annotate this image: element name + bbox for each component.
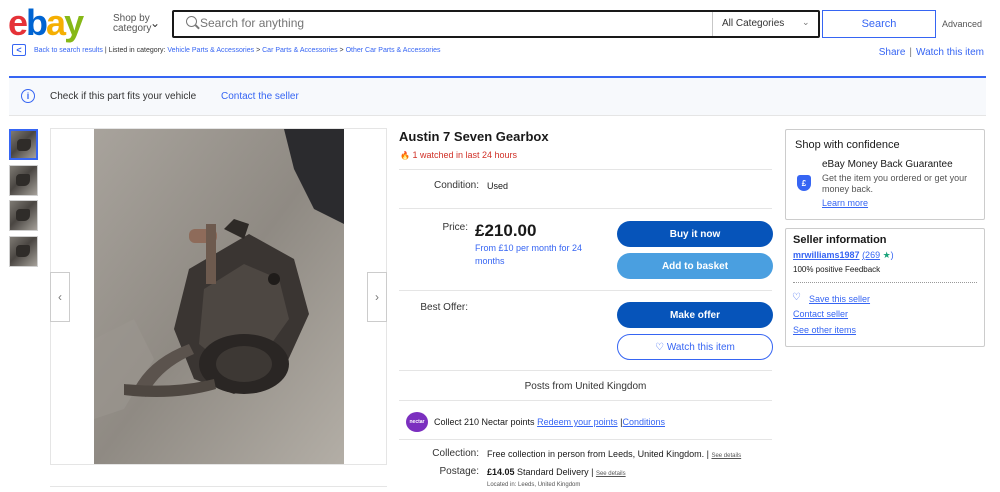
search-icon	[186, 16, 197, 27]
breadcrumb-other-car-parts[interactable]: Other Car Parts & Accessories	[346, 47, 441, 54]
chevron-right-icon: ›	[375, 290, 379, 304]
breadcrumb-car-parts[interactable]: Car Parts & Accessories	[262, 47, 337, 54]
logo-letter-b: b	[26, 2, 48, 43]
advanced-search-link[interactable]: Advanced	[942, 19, 982, 29]
collection-text: Free collection in person from Leeds, Un…	[487, 449, 709, 459]
redeem-points-link[interactable]: Redeem your points	[537, 417, 618, 427]
share-watch-row: Share | Watch this item	[879, 47, 984, 58]
fire-icon: 🔥	[400, 151, 410, 160]
product-image[interactable]	[94, 129, 344, 464]
breadcrumb-separator: >	[339, 47, 344, 54]
postage-value: £14.05 Standard Delivery | See details	[487, 467, 626, 477]
shop-by-category-button[interactable]: Shop by category	[113, 14, 151, 34]
thumbnail-image	[10, 166, 37, 195]
contact-seller-link[interactable]: Contact seller	[793, 309, 848, 319]
collection-value: Free collection in person from Leeds, Un…	[487, 449, 741, 459]
thumbnail-image	[10, 201, 37, 230]
search-divider	[712, 12, 713, 36]
star-icon: ★	[882, 250, 891, 260]
logo-letter-e: e	[8, 2, 28, 43]
gearbox-photo	[94, 129, 344, 464]
positive-feedback: 100% positive Feedback	[793, 265, 881, 274]
thumbnail-3[interactable]	[9, 200, 38, 231]
guarantee-title: eBay Money Back Guarantee	[822, 159, 953, 170]
breadcrumb-separator: >	[256, 47, 261, 54]
best-offer-label: Best Offer:	[420, 302, 468, 313]
feedback-count-close: )	[890, 250, 894, 260]
confidence-title: Shop with confidence	[795, 139, 900, 151]
learn-more-link[interactable]: Learn more	[822, 198, 868, 208]
search-input[interactable]	[200, 16, 700, 30]
save-seller-link[interactable]: Save this seller	[809, 294, 870, 304]
divider	[399, 290, 772, 291]
located-in: Located in: Leeds, United Kingdom	[487, 482, 581, 488]
nectar-points: Collect 210 Nectar points Redeem your po…	[434, 417, 665, 427]
guarantee-text: Get the item you ordered or get your mon…	[822, 173, 968, 194]
previous-image-button[interactable]: ‹	[50, 272, 70, 322]
back-to-results-link[interactable]: Back to search results	[34, 47, 103, 54]
seller-info-title: Seller information	[793, 234, 887, 246]
fitment-check-link[interactable]: Check if this part fits your vehicle	[50, 91, 196, 102]
divider	[399, 370, 772, 371]
watch-count-text: 1 watched in last 24 hours	[412, 150, 518, 160]
thumbnail-4[interactable]	[9, 236, 38, 267]
watch-item-link[interactable]: Watch this item	[916, 47, 984, 58]
ebay-logo[interactable]: ebay	[8, 2, 84, 43]
thumbnail-image	[10, 237, 37, 266]
make-offer-button[interactable]: Make offer	[617, 302, 773, 328]
listed-in-label: | Listed in category:	[104, 47, 166, 54]
heart-icon: ♡	[792, 292, 801, 303]
divider	[793, 282, 977, 283]
divider	[399, 208, 772, 209]
divider	[50, 486, 387, 487]
watch-this-item-button[interactable]: ♡ Watch this item	[617, 334, 773, 360]
contact-seller-link[interactable]: Contact the seller	[221, 91, 299, 102]
thumbnail-2[interactable]	[9, 165, 38, 196]
chevron-down-icon[interactable]: ⌄	[150, 16, 160, 30]
postage-price: £14.05	[487, 467, 515, 477]
buy-it-now-button[interactable]: Buy it now	[617, 221, 773, 247]
logo-letter-a: a	[46, 2, 66, 43]
nectar-logo-icon: nectar	[406, 412, 428, 432]
postage-text: Standard Delivery |	[517, 467, 594, 477]
divider	[399, 439, 772, 440]
condition-label: Condition:	[433, 180, 479, 191]
money-back-shield-icon: £	[797, 175, 811, 191]
nectar-collect-text: Collect 210 Nectar points	[434, 417, 535, 427]
watch-count: 🔥 1 watched in last 24 hours	[400, 150, 517, 160]
seller-name-row: mrwilliams1987 (269 ★)	[793, 250, 894, 261]
feedback-count-link[interactable]: (269	[862, 250, 880, 260]
collection-label: Collection:	[432, 448, 479, 459]
back-arrow-icon[interactable]: <	[12, 44, 26, 56]
see-details-link[interactable]: See details	[711, 453, 741, 459]
search-button[interactable]: Search	[822, 10, 936, 38]
seller-name-link[interactable]: mrwilliams1987	[793, 250, 860, 260]
price: £210.00	[475, 221, 537, 240]
category-label: category	[113, 23, 152, 34]
divider	[399, 169, 772, 170]
logo-letter-y: y	[64, 2, 84, 43]
postage-label: Postage:	[439, 466, 479, 477]
condition-value: Used	[487, 181, 509, 191]
next-image-button[interactable]: ›	[367, 272, 387, 322]
add-to-basket-button[interactable]: Add to basket	[617, 253, 773, 279]
price-label: Price:	[442, 222, 468, 233]
conditions-link[interactable]: Conditions	[622, 417, 665, 427]
share-link[interactable]: Share	[879, 47, 906, 58]
breadcrumb-vehicle-parts[interactable]: Vehicle Parts & Accessories	[167, 47, 254, 54]
thumbnail-image	[11, 131, 36, 158]
category-select[interactable]: All Categories	[722, 18, 784, 29]
posts-from: Posts from United Kingdom	[524, 381, 647, 392]
see-details-link[interactable]: See details	[596, 471, 626, 477]
see-other-items-link[interactable]: See other items	[793, 325, 856, 335]
info-icon: i	[21, 89, 35, 103]
breadcrumb: Back to search results | Listed in categ…	[34, 47, 441, 54]
chevron-left-icon: ‹	[58, 290, 62, 304]
divider	[399, 400, 772, 401]
thumbnail-1[interactable]	[9, 129, 38, 160]
chevron-down-icon: ⌄	[802, 17, 810, 27]
finance-offer-link[interactable]: From £10 per month for 24 months	[475, 242, 605, 268]
divider: |	[909, 47, 913, 58]
item-title: Austin 7 Seven Gearbox	[399, 129, 549, 144]
